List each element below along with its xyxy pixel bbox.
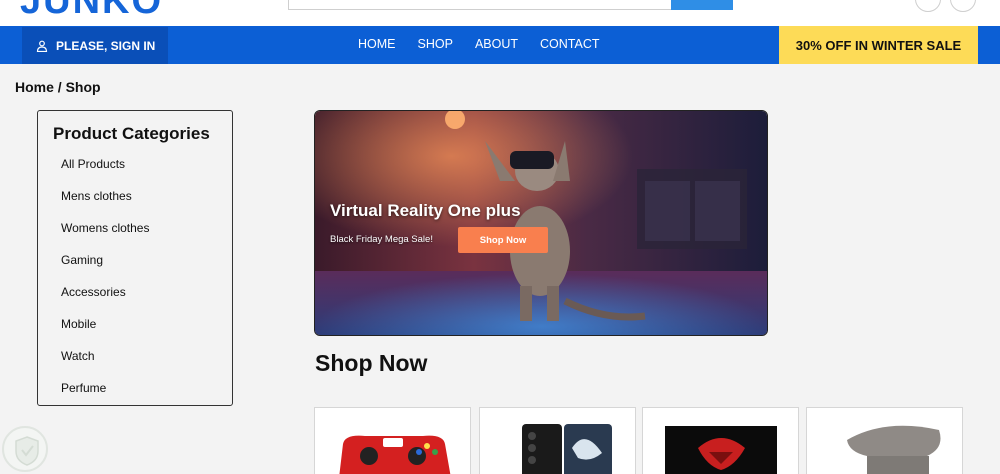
smartphone-icon [522,424,612,474]
search-button[interactable] [671,0,733,10]
category-watch[interactable]: Watch [61,349,95,363]
category-mens-clothes[interactable]: Mens clothes [61,189,132,203]
category-gaming[interactable]: Gaming [61,253,103,267]
chair-icon [847,425,941,474]
hero-image [315,111,767,335]
categories-title: Product Categories [53,124,210,143]
breadcrumb: Home / Shop [15,79,101,95]
product-card[interactable] [479,407,636,474]
cart-icon[interactable] [950,0,976,12]
top-header: JUNKO [0,0,1000,26]
category-perfume[interactable]: Perfume [61,381,106,395]
product-card[interactable] [314,407,471,474]
nav-about[interactable]: ABOUT [475,37,518,51]
search-input[interactable] [288,0,672,10]
product-categories-panel: Product Categories All Products Mens clo… [37,110,233,406]
account-icon[interactable] [915,0,941,12]
gamepad-icon [339,435,451,474]
nav-shop[interactable]: SHOP [418,37,453,51]
product-card[interactable] [642,407,799,474]
hero-banner[interactable]: Virtual Reality One plus Black Friday Me… [314,110,768,336]
nav-home[interactable]: HOME [358,37,396,51]
main-navbar: PLEASE, SIGN IN HOME SHOP ABOUT CONTACT … [0,26,1000,64]
category-all-products[interactable]: All Products [61,157,125,171]
hero-subtitle: Black Friday Mega Sale! [330,234,433,245]
hero-shop-now-button[interactable]: Shop Now [458,227,548,253]
promo-banner[interactable]: 30% OFF IN WINTER SALE [779,26,978,64]
user-icon [36,40,48,52]
nav-links: HOME SHOP ABOUT CONTACT [358,37,622,51]
product-card[interactable] [806,407,963,474]
sign-in-button[interactable]: PLEASE, SIGN IN [22,27,168,64]
category-mobile[interactable]: Mobile [61,317,96,331]
sign-in-label: PLEASE, SIGN IN [56,38,156,53]
site-logo[interactable]: JUNKO [20,0,163,23]
nav-contact[interactable]: CONTACT [540,37,600,51]
shield-badge [2,426,48,472]
monitor-icon [665,426,777,474]
category-accessories[interactable]: Accessories [61,285,126,299]
shield-icon [15,436,39,466]
hero-title: Virtual Reality One plus [330,201,521,220]
shop-now-heading: Shop Now [315,350,428,376]
category-womens-clothes[interactable]: Womens clothes [61,221,149,235]
